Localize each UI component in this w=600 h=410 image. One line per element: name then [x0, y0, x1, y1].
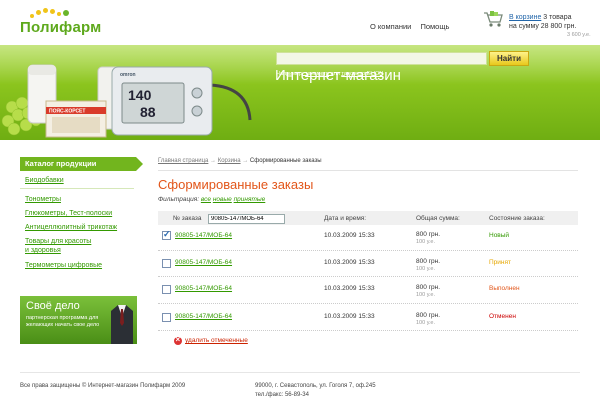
nav-help[interactable]: Помощь	[420, 22, 449, 31]
banner-device-reading-2: 88	[140, 104, 156, 120]
column-number: № заказа	[173, 215, 202, 222]
status-badge: Выполнен	[489, 285, 520, 292]
cart-sum: на сумму 28 800 грн.	[509, 23, 577, 30]
delete-selected-button[interactable]: удалить отмеченные	[185, 337, 248, 344]
logo-text: Полифарм	[20, 19, 102, 36]
top-nav: О компании Помощь	[370, 22, 456, 31]
cart-icon[interactable]	[483, 10, 505, 28]
sidebar-item-anticellulite[interactable]: Антицеллюлитный трикотаж	[25, 224, 117, 232]
page-title: Сформированные заказы	[158, 177, 314, 192]
footer-divider	[20, 372, 580, 373]
order-datetime: 10.03.2009 15:33	[324, 313, 375, 320]
filter-new[interactable]: новые	[213, 196, 232, 203]
cart-link[interactable]: В корзине	[509, 14, 541, 21]
order-sum: 800 грн.	[416, 312, 441, 319]
column-status: Состояние заказа:	[489, 215, 545, 222]
cart-sum-ue: 3 600 у.е.	[567, 32, 591, 38]
order-datetime: 10.03.2009 15:33	[324, 259, 375, 266]
banner-product-label: ПОЯС-КОРСЕТ	[49, 109, 85, 115]
order-datetime: 10.03.2009 15:33	[324, 232, 375, 239]
search-example-1[interactable]: танометр	[305, 71, 329, 77]
order-sum-ue: 100 у.е.	[416, 292, 436, 298]
order-number-input[interactable]	[208, 214, 285, 224]
banner-device-brand: omron	[120, 72, 136, 78]
footer-phone: тел./факс: 56-89-34	[255, 392, 309, 398]
breadcrumb: Главная страница → Корзина → Сформирован…	[158, 158, 322, 164]
breadcrumb-current: Сформированные заказы	[249, 158, 322, 164]
order-sum-ue: 100 у.е.	[416, 320, 436, 326]
divider	[158, 170, 578, 171]
row-divider	[158, 303, 578, 304]
sidebar-item-beauty-cont[interactable]: и здоровья	[25, 247, 61, 255]
order-link[interactable]: 90805-147/MOБ-64	[175, 313, 232, 320]
banner-products-image: ПОЯС-КОРСЕТ omron 140 88	[1, 64, 252, 138]
suit-icon	[111, 305, 133, 344]
status-badge: Принят	[489, 259, 512, 266]
cart-count: 3 товара	[543, 14, 572, 21]
breadcrumb-separator: →	[242, 158, 249, 164]
status-badge: Новый	[489, 232, 510, 239]
search-hint-or: или	[330, 71, 340, 77]
filter-label: Фильтрация:	[158, 196, 200, 203]
row-checkbox[interactable]	[162, 285, 171, 294]
filter-all[interactable]: все	[201, 196, 211, 203]
order-sum: 800 грн.	[416, 231, 441, 238]
catalog-title: Каталог продукции	[20, 157, 143, 171]
footer-address-block: 99000, г. Севастополь, ул. Гоголя 7, оф.…	[255, 382, 376, 400]
cart-summary: В корзине 3 товара на сумму 28 800 грн. …	[509, 13, 591, 40]
row-divider	[158, 250, 578, 251]
promo-banner[interactable]: Своё дело партнерская программа для жела…	[20, 296, 137, 344]
order-link[interactable]: 90805-147/MOБ-64	[175, 232, 232, 239]
promo-text: партнерская программа для желающих начат…	[26, 315, 100, 328]
order-link[interactable]: 90805-147/MOБ-64	[175, 285, 232, 292]
sidebar-item-glucometers[interactable]: Глюкометры, Тест-полоски	[25, 210, 112, 218]
sidebar-divider	[20, 188, 134, 189]
nav-about[interactable]: О компании	[370, 22, 411, 31]
status-badge: Отменен	[489, 313, 516, 320]
order-sum-ue: 100 у.е.	[416, 239, 436, 245]
banner-device-reading-1: 140	[128, 87, 152, 103]
filter-accepted[interactable]: принятые	[234, 196, 266, 203]
search-hint-prefix: Например:	[276, 71, 304, 77]
row-divider	[158, 330, 578, 331]
breadcrumb-separator: →	[210, 158, 217, 164]
breadcrumb-cart[interactable]: Корзина	[218, 158, 241, 164]
row-checkbox[interactable]	[162, 313, 171, 322]
column-date: Дата и время:	[324, 215, 367, 222]
column-sum: Общая сумма:	[416, 215, 460, 222]
order-sum: 800 грн.	[416, 258, 441, 265]
sidebar-item-tonometers[interactable]: Тонометры	[25, 196, 61, 204]
order-link[interactable]: 90805-147/MOБ-64	[175, 259, 232, 266]
row-checkbox[interactable]	[162, 229, 171, 240]
footer-copyright: Все права защищены © Интернет-магазин По…	[20, 383, 186, 389]
filter-bar: Фильтрация: все новые принятые	[158, 196, 265, 203]
promo-title: Своё дело	[26, 300, 80, 312]
order-sum-ue: 100 у.е.	[416, 266, 436, 272]
sidebar-item-supplements[interactable]: Биодобавки	[25, 177, 64, 185]
search-hint: Например: танометр или танометр ELION	[276, 71, 383, 77]
row-checkbox[interactable]	[162, 259, 171, 268]
search-example-2[interactable]: танометр ELION	[341, 71, 383, 77]
search-button[interactable]: Найти	[489, 51, 529, 66]
breadcrumb-home[interactable]: Главная страница	[158, 158, 208, 164]
order-sum: 800 грн.	[416, 284, 441, 291]
order-datetime: 10.03.2009 15:33	[324, 285, 375, 292]
row-divider	[158, 276, 578, 277]
delete-icon[interactable]	[174, 335, 182, 345]
sidebar-item-beauty[interactable]: Товары для красоты	[25, 238, 91, 246]
search-input[interactable]	[276, 52, 487, 65]
footer-address: 99000, г. Севастополь, ул. Гоголя 7, оф.…	[255, 383, 376, 389]
sidebar-item-thermometers[interactable]: Термометры цифровые	[25, 262, 102, 270]
